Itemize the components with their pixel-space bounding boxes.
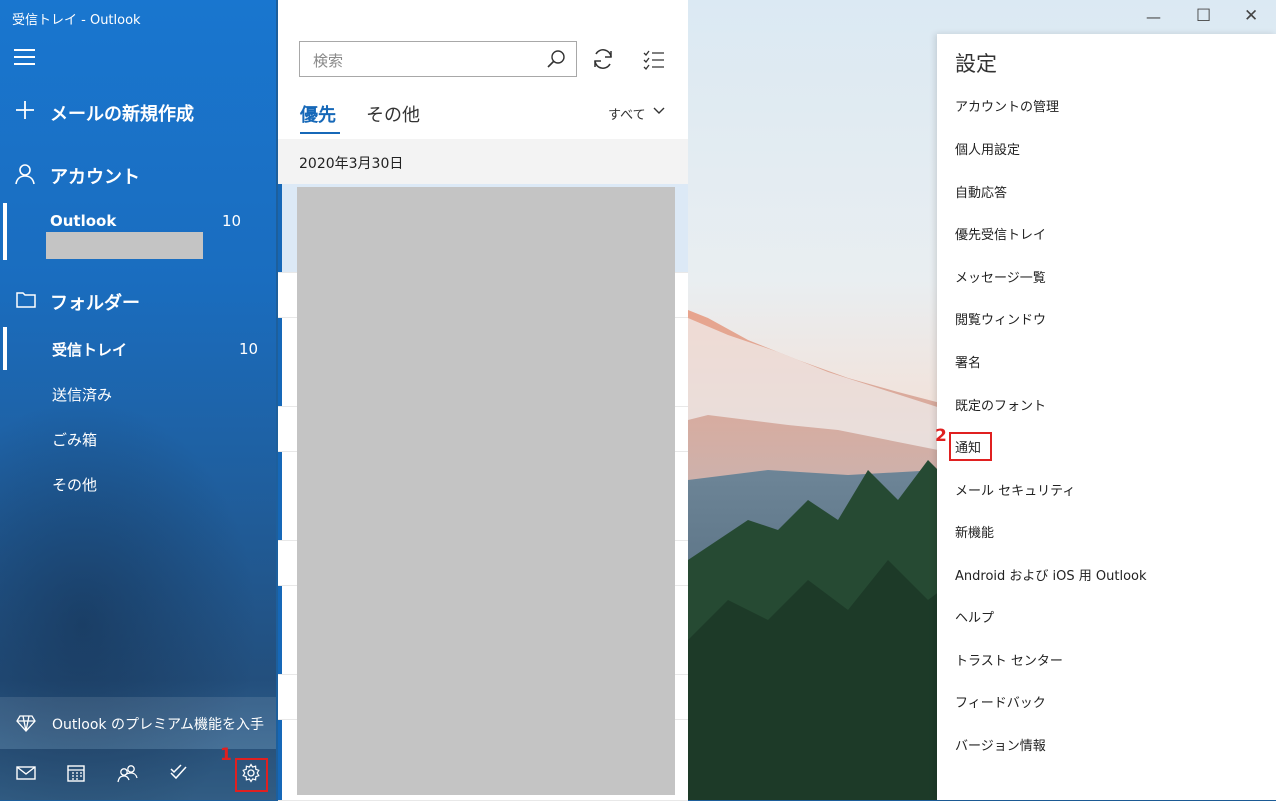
date-group-header: 2020年3月30日 [278,139,688,184]
search-box[interactable]: 検索 [299,41,577,77]
settings-title: 設定 [955,52,997,76]
tab-focused[interactable]: 優先 [300,101,336,127]
unread-indicator [278,586,282,674]
annotation-box-1 [235,758,268,792]
settings-item-mail-security[interactable]: メール セキュリティ [955,480,1075,499]
accounts-header[interactable]: アカウント [50,163,140,189]
settings-item-manage-accounts[interactable]: アカウントの管理 [955,96,1059,115]
filter-dropdown[interactable]: すべて [608,104,665,123]
settings-item-reading-pane[interactable]: 閲覧ウィンドウ [955,309,1046,328]
todo-icon[interactable] [168,762,190,784]
folders-header[interactable]: フォルダー [50,289,140,315]
person-icon [15,164,35,185]
date-group-label: 2020年3月30日 [299,156,404,172]
redacted-messages-overlay [297,187,675,795]
navigation-pane: 受信トレイ - Outlook メールの新規作成 アカウント Outlook 1… [0,0,276,800]
search-placeholder: 検索 [313,52,344,70]
unread-indicator [278,318,282,406]
folder-label: 受信トレイ [52,341,128,359]
settings-item-focused-inbox[interactable]: 優先受信トレイ [955,224,1046,243]
settings-item-trust-center[interactable]: トラスト センター [955,650,1063,669]
account-unread-count: 10 [222,212,242,230]
settings-item-mobile-outlook[interactable]: Android および iOS 用 Outlook [955,565,1147,584]
settings-item-message-list[interactable]: メッセージ一覧 [955,267,1046,286]
selected-indicator [3,203,7,260]
folder-item-other[interactable]: その他 [52,474,97,495]
unread-indicator [278,452,282,540]
account-email-redacted [46,232,203,259]
settings-item-whats-new[interactable]: 新機能 [955,522,994,541]
unread-indicator [278,720,282,800]
tab-other[interactable]: その他 [366,101,420,127]
settings-item-personalization[interactable]: 個人用設定 [955,139,1020,158]
settings-item-about[interactable]: バージョン情報 [955,735,1046,754]
settings-item-feedback[interactable]: フィードバック [955,692,1046,711]
select-mode-icon[interactable] [642,48,666,70]
filter-label: すべて [608,108,646,123]
settings-item-auto-replies[interactable]: 自動応答 [955,182,1007,201]
annotation-box-2 [949,432,992,461]
diamond-icon [16,715,36,732]
window-title: 受信トレイ - Outlook [12,13,141,28]
calendar-icon[interactable] [66,762,86,784]
mail-icon[interactable] [16,762,36,784]
sync-icon[interactable] [591,47,615,71]
account-name: Outlook [50,212,117,230]
minimize-icon[interactable]: — [1146,8,1161,26]
tab-active-underline [300,132,340,134]
new-mail-label: メールの新規作成 [50,104,194,125]
chevron-down-icon [653,107,665,114]
maximize-icon[interactable]: ☐ [1196,6,1211,26]
folder-icon [16,292,36,308]
search-icon[interactable] [546,49,566,69]
folder-item-sent[interactable]: 送信済み [52,384,112,405]
settings-panel: 設定 アカウントの管理 個人用設定 自動応答 優先受信トレイ メッセージ一覧 閲… [937,34,1276,800]
close-icon[interactable]: ✕ [1244,6,1258,26]
premium-label: Outlook のプレミアム機能を入手 [52,717,264,733]
people-icon[interactable] [117,762,139,784]
selected-indicator [3,327,7,370]
settings-item-signature[interactable]: 署名 [955,352,981,371]
folder-item-trash[interactable]: ごみ箱 [52,429,97,450]
annotation-number-2: 2 [935,426,947,446]
message-list-pane: 検索 優先 その他 すべて 2020年3月30日 [278,0,688,801]
settings-item-default-font[interactable]: 既定のフォント [955,395,1046,414]
unread-indicator [278,184,282,272]
plus-icon [16,101,34,119]
hamburger-menu-icon[interactable] [14,49,35,65]
folder-unread-count: 10 [239,340,259,358]
premium-banner[interactable]: Outlook のプレミアム機能を入手 [0,697,276,749]
settings-item-help[interactable]: ヘルプ [955,607,994,626]
annotation-number-1: 1 [220,745,232,765]
